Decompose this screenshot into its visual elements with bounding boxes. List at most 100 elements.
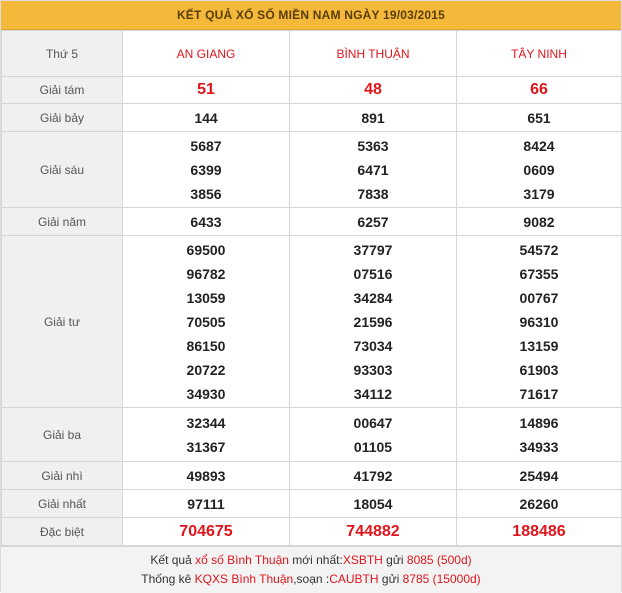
header-row: Thứ 5 AN GIANG BÌNH THUẬN TÂY NINH — [1, 30, 622, 77]
prize-cell: 37797 07516 34284 21596 73034 93303 3411… — [289, 235, 457, 408]
prize-value: 66 — [456, 76, 622, 104]
prize-value: 34933 — [519, 438, 559, 455]
prize-value: 7838 — [357, 185, 389, 202]
prize-value: 704675 — [122, 517, 290, 546]
promo-line-2: Thống kê KQXS Bình Thuận,soạn :CAUBTH gử… — [141, 570, 480, 589]
promo-text: mới nhất: — [288, 553, 343, 567]
prize-value: 9082 — [456, 207, 622, 236]
prize-cell: 69500 96782 13059 70505 86150 20722 3493… — [122, 235, 290, 408]
province-an-giang-link[interactable]: AN GIANG — [122, 30, 290, 77]
prize-value: 54572 — [519, 241, 559, 258]
sms-code: XSBTH — [342, 553, 383, 567]
prize-value: 73034 — [353, 337, 393, 354]
prize-value: 96782 — [186, 265, 226, 282]
prize-value: 13159 — [519, 337, 559, 354]
results-panel: KẾT QUẢ XỔ SỐ MIỀN NAM NGÀY 19/03/2015 T… — [0, 0, 622, 593]
prize-value: 891 — [289, 103, 457, 132]
prize-value: 144 — [122, 103, 290, 132]
prize-value: 6433 — [122, 207, 290, 236]
prize-value: 07516 — [353, 265, 393, 282]
promo-link[interactable]: xổ số Bình Thuận — [195, 553, 289, 567]
prize-value: 69500 — [186, 241, 226, 258]
prize-value: 21596 — [353, 313, 393, 330]
prize-label: Giải nhất — [1, 489, 123, 518]
promo-text: ,soạn : — [293, 572, 330, 586]
promo-link[interactable]: KQXS Bình Thuận — [195, 572, 294, 586]
prize-value: 32344 — [186, 414, 226, 431]
sms-code: CAUBTH — [329, 572, 379, 586]
prize-value: 00767 — [519, 289, 559, 306]
prize-value: 71617 — [519, 385, 559, 402]
prize-row-g4: Giải tư 69500 96782 13059 70505 86150 20… — [1, 235, 622, 408]
sms-number: 8785 (15000d) — [402, 572, 481, 586]
prize-value: 34930 — [186, 385, 226, 402]
prize-cell: 8424 0609 3179 — [456, 131, 622, 208]
prize-value: 5687 — [190, 137, 222, 154]
prize-value: 3179 — [523, 185, 555, 202]
prize-value: 6471 — [357, 161, 389, 178]
prize-value: 5363 — [357, 137, 389, 154]
prize-value: 26260 — [456, 489, 622, 518]
prize-value: 51 — [122, 76, 290, 104]
prize-value: 31367 — [186, 438, 226, 455]
prize-value: 0609 — [523, 161, 555, 178]
province-tay-ninh-link[interactable]: TÂY NINH — [456, 30, 622, 77]
prize-row-g8: Giải tám 51 48 66 — [1, 76, 622, 104]
promo-text: gửi — [378, 572, 403, 586]
prize-label: Giải bảy — [1, 103, 123, 132]
prize-value: 18054 — [289, 489, 457, 518]
prize-value: 86150 — [186, 337, 226, 354]
prize-label: Giải năm — [1, 207, 123, 236]
prize-cell: 54572 67355 00767 96310 13159 61903 7161… — [456, 235, 622, 408]
results-title: KẾT QUẢ XỔ SỐ MIỀN NAM NGÀY 19/03/2015 — [176, 8, 446, 22]
promo-line-1: Kết quả xổ số Bình Thuận mới nhất:XSBTH … — [150, 551, 471, 570]
prize-label: Giải tám — [1, 76, 123, 104]
prize-value: 25494 — [456, 461, 622, 490]
prize-value: 3856 — [190, 185, 222, 202]
prize-value: 93303 — [353, 361, 393, 378]
prize-value: 13059 — [186, 289, 226, 306]
prize-value: 67355 — [519, 265, 559, 282]
prize-row-g7: Giải bảy 144 891 651 — [1, 103, 622, 132]
prize-value: 20722 — [186, 361, 226, 378]
prize-value: 6257 — [289, 207, 457, 236]
prize-value: 6399 — [190, 161, 222, 178]
prize-value: 49893 — [122, 461, 290, 490]
promo-text: Thống kê — [141, 572, 195, 586]
sms-promo-footer: Kết quả xổ số Bình Thuận mới nhất:XSBTH … — [1, 546, 621, 593]
prize-cell: 5687 6399 3856 — [122, 131, 290, 208]
prize-value: 744882 — [289, 517, 457, 546]
sms-number: 8085 (500d) — [406, 553, 472, 567]
prize-cell: 14896 34933 — [456, 407, 622, 462]
prize-label: Đặc biệt — [1, 517, 123, 546]
prize-value: 651 — [456, 103, 622, 132]
prize-cell: 00647 01105 — [289, 407, 457, 462]
prize-value: 8424 — [523, 137, 555, 154]
prize-row-g2: Giải nhì 49893 41792 25494 — [1, 461, 622, 490]
prize-row-g1: Giải nhất 97111 18054 26260 — [1, 489, 622, 518]
prize-value: 01105 — [353, 438, 393, 455]
prize-value: 96310 — [519, 313, 559, 330]
results-title-bar: KẾT QUẢ XỔ SỐ MIỀN NAM NGÀY 19/03/2015 — [1, 1, 621, 30]
prize-value: 48 — [289, 76, 457, 104]
prize-value: 97111 — [122, 489, 290, 518]
prize-row-g5: Giải năm 6433 6257 9082 — [1, 207, 622, 236]
prize-row-special: Đặc biệt 704675 744882 188486 — [1, 517, 622, 546]
prize-value: 34112 — [353, 385, 393, 402]
province-binh-thuan-link[interactable]: BÌNH THUẬN — [289, 30, 457, 77]
promo-text: Kết quả — [150, 553, 196, 567]
promo-text: gửi — [382, 553, 407, 567]
prize-cell: 5363 6471 7838 — [289, 131, 457, 208]
prize-cell: 32344 31367 — [122, 407, 290, 462]
prize-row-g3: Giải ba 32344 31367 00647 01105 14896 34… — [1, 407, 622, 462]
prize-value: 14896 — [519, 414, 559, 431]
prize-value: 00647 — [353, 414, 393, 431]
prize-value: 34284 — [353, 289, 393, 306]
prize-value: 37797 — [353, 241, 393, 258]
prize-value: 61903 — [519, 361, 559, 378]
day-label: Thứ 5 — [1, 30, 123, 77]
results-table: Thứ 5 AN GIANG BÌNH THUẬN TÂY NINH Giải … — [1, 30, 622, 546]
prize-label: Giải nhì — [1, 461, 123, 490]
prize-value: 70505 — [186, 313, 226, 330]
prize-row-g6: Giải sáu 5687 6399 3856 5363 6471 7838 8… — [1, 131, 622, 208]
